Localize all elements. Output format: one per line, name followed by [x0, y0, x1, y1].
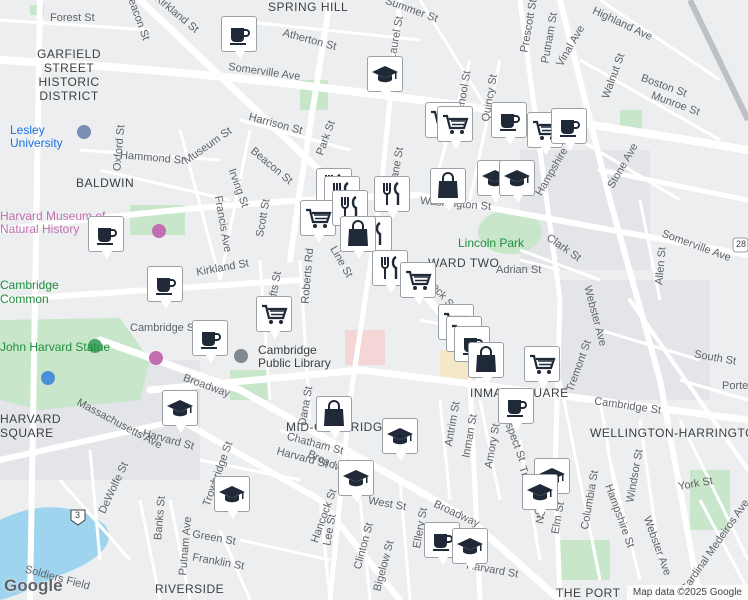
neighborhood-ward-two: WARD TWO — [428, 256, 500, 270]
route-28-label: 28 — [736, 239, 747, 249]
street-label: Forest St — [50, 12, 95, 24]
poi-marker-cafe[interactable] — [147, 266, 183, 309]
poi-marker-school[interactable] — [499, 160, 535, 203]
poi-marker-grocery[interactable] — [437, 106, 473, 149]
neighborhood-baldwin: BALDWIN — [76, 176, 135, 190]
landmark-icon[interactable] — [149, 351, 163, 365]
poi-marker-school[interactable] — [214, 476, 250, 519]
poi-marker-grocery[interactable] — [256, 296, 292, 339]
poi-marker-school[interactable] — [367, 56, 403, 99]
street-label: Cambridge St — [130, 322, 198, 334]
poi-marker-grocery[interactable] — [300, 200, 336, 243]
poi-marker-cafe[interactable] — [491, 102, 527, 145]
museum-icon[interactable] — [152, 224, 166, 238]
poi-marker-school[interactable] — [522, 474, 558, 517]
library-label[interactable]: Cambridge Public Library — [258, 344, 348, 370]
poi-marker-school[interactable] — [338, 460, 374, 503]
lesley-university-label[interactable]: Lesley University — [10, 124, 70, 150]
google-logo[interactable]: Google — [4, 576, 63, 596]
lesley-university-icon[interactable] — [77, 125, 91, 139]
poi-marker-cafe[interactable] — [88, 216, 124, 259]
cambridge-common-label[interactable]: Cambridge Common — [0, 278, 59, 306]
harvard-statue-label[interactable]: John Harvard Statue — [0, 340, 110, 354]
map-attribution[interactable]: Map data ©2025 Google — [626, 585, 748, 600]
poi-marker-shopping-bag[interactable] — [316, 396, 352, 439]
poi-marker-shopping-bag[interactable] — [430, 168, 466, 211]
street-label: Porter St — [722, 380, 748, 392]
lincoln-park-label[interactable]: Lincoln Park — [458, 236, 524, 250]
poi-marker-restaurant[interactable] — [374, 176, 410, 219]
poi-marker-cafe[interactable] — [192, 320, 228, 363]
poi-marker-school[interactable] — [382, 418, 418, 461]
neighborhood-spring-hill: SPRING HILL — [268, 0, 349, 14]
poi-marker-cafe[interactable] — [498, 388, 534, 431]
poi-marker-school[interactable] — [162, 390, 198, 433]
poi-marker-shopping-bag[interactable] — [340, 216, 376, 259]
neighborhood-wellington-harrington: WELLINGTON-HARRINGTON — [590, 426, 748, 440]
neighborhood-the-port: THE PORT — [556, 586, 621, 600]
neighborhood-harvard-square: HARVARD SQUARE — [0, 412, 62, 440]
poi-marker-grocery[interactable] — [400, 262, 436, 305]
poi-marker-shopping-bag[interactable] — [468, 342, 504, 385]
poi-marker-cafe[interactable] — [551, 108, 587, 151]
neighborhood-riverside: RIVERSIDE — [155, 582, 225, 596]
poi-marker-school[interactable] — [452, 528, 488, 571]
street-label: Adrian St — [496, 264, 542, 276]
district-label: GARFIELD STREET HISTORIC DISTRICT — [36, 47, 101, 103]
poi-marker-cafe[interactable] — [221, 16, 257, 59]
library-icon[interactable] — [234, 349, 248, 363]
shopping-icon[interactable] — [41, 371, 55, 385]
poi-marker-grocery[interactable] — [524, 346, 560, 389]
route-3-label: 3 — [75, 510, 81, 520]
